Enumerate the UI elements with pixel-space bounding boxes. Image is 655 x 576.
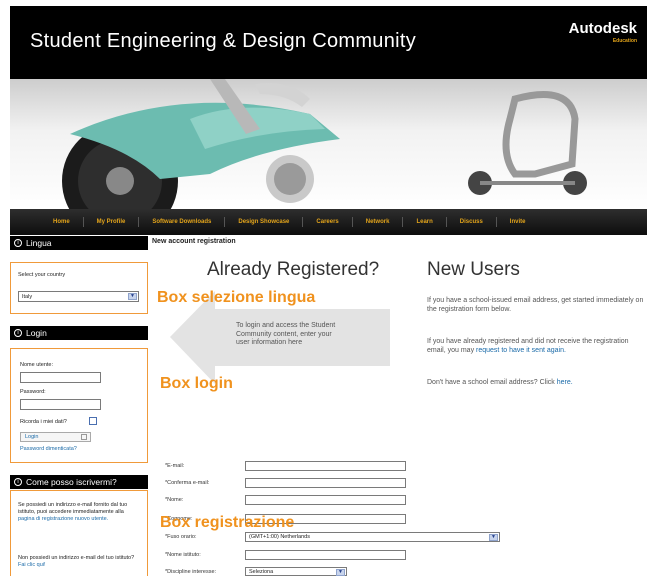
new-users-text-1: If you have a school-issued email addres… — [427, 297, 644, 313]
school-name-field[interactable] — [245, 550, 406, 560]
page-title: New account registration — [152, 238, 236, 245]
language-box-annotation: Box selezione lingua — [157, 289, 316, 306]
nav-careers[interactable]: Careers — [303, 217, 353, 227]
register-info-text: Se possiedi un indirizzo e-mail fornito … — [18, 502, 128, 522]
already-registered-title: Already Registered? — [207, 259, 380, 280]
timezone-label: *Fuso orario: — [165, 534, 197, 540]
remember-checkbox[interactable] — [89, 417, 97, 425]
language-box: Select your country Italy ▼ — [10, 262, 148, 314]
chevron-down-icon[interactable]: ▼ — [128, 293, 137, 300]
register-header: i Come posso iscrivermi? — [10, 475, 148, 489]
nav-home[interactable]: Home — [40, 217, 84, 227]
chevron-down-icon[interactable]: ▼ — [489, 534, 498, 541]
chevron-down-icon[interactable]: ▼ — [336, 569, 345, 576]
password-input[interactable] — [20, 399, 101, 410]
site-title: Student Engineering & Design Community — [30, 30, 417, 52]
password-label: Password: — [20, 389, 46, 395]
nav-software-downloads[interactable]: Software Downloads — [139, 217, 226, 227]
login-box: Nome utente: Password: Ricorda i miei da… — [10, 348, 148, 463]
new-users-text-2: If you have already registered and did n… — [427, 338, 629, 354]
nav-my-profile[interactable]: My Profile — [84, 217, 140, 227]
click-here-link[interactable]: Fai clic qui! — [18, 562, 46, 568]
lingua-title: Lingua — [26, 238, 52, 248]
forgot-password-link[interactable]: Password dimenticata? — [20, 446, 77, 452]
username-label: Nome utente: — [20, 362, 54, 368]
register-info-box: Se possiedi un indirizzo e-mail fornito … — [10, 490, 148, 576]
new-users-text-3: Don't have a school email address? Click… — [427, 379, 573, 386]
autodesk-logo[interactable]: Autodesk Education — [569, 20, 637, 44]
nav-learn[interactable]: Learn — [403, 217, 447, 227]
confirm-email-field[interactable] — [245, 478, 406, 488]
info-icon: i — [14, 478, 22, 486]
info-icon: i — [14, 329, 22, 337]
hero-banner — [10, 79, 647, 209]
scooter-illustration — [62, 79, 587, 209]
country-label: Select your country — [18, 272, 66, 278]
timezone-selected: (GMT+1:00) Netherlands — [249, 534, 310, 540]
country-selected: Italy — [22, 293, 33, 300]
register-box-annotation: Box registrazione — [160, 514, 295, 531]
new-users-title: New Users — [427, 259, 520, 280]
discipline-selected: Seleziona — [249, 568, 274, 575]
no-school-email-link[interactable]: here. — [557, 379, 573, 386]
first-name-field[interactable] — [245, 495, 406, 505]
main-nav: Home My Profile Software Downloads Desig… — [10, 209, 647, 235]
site-header: Student Engineering & Design Community A… — [10, 6, 647, 79]
remember-label: Ricorda i miei dati? — [20, 419, 67, 425]
already-registered-text: To login and access the Student Communit… — [236, 322, 336, 346]
nav-discuss[interactable]: Discuss — [447, 217, 497, 227]
school-name-label: *Nome istituto: — [165, 552, 201, 558]
timezone-select[interactable]: (GMT+1:00) Netherlands ▼ — [245, 532, 500, 542]
nav-invite[interactable]: Invite — [497, 217, 539, 227]
login-header: i Login — [10, 326, 148, 340]
email-label: *E-mail: — [165, 463, 185, 469]
first-name-label: *Nome: — [165, 497, 184, 503]
login-button-label: Login — [25, 434, 39, 440]
login-arrow-icon — [81, 434, 87, 440]
brand-name: Autodesk — [568, 20, 637, 37]
info-icon: i — [14, 239, 22, 247]
confirm-email-label: *Conferma e-mail: — [165, 480, 210, 486]
login-box-annotation: Box login — [160, 375, 233, 392]
country-select[interactable]: Italy ▼ — [18, 291, 139, 302]
register-info-text-2: Non possiedi un indirizzo e-mail del tuo… — [18, 555, 135, 568]
resend-email-link[interactable]: request to have it sent again. — [476, 347, 566, 354]
register-title: Come posso iscrivermi? — [26, 477, 117, 487]
login-button[interactable]: Login — [20, 432, 91, 442]
brand-sub: Education — [612, 38, 637, 44]
discipline-select[interactable]: Seleziona ▼ — [245, 567, 347, 576]
nav-design-showcase[interactable]: Design Showcase — [225, 217, 304, 227]
lingua-header: i Lingua — [10, 236, 148, 250]
username-input[interactable] — [20, 372, 101, 383]
register-page-link[interactable]: pagina di registrazione nuovo utente. — [18, 516, 108, 522]
login-title: Login — [26, 328, 47, 338]
discipline-label: *Discipline interesse: — [165, 569, 217, 575]
email-field[interactable] — [245, 461, 406, 471]
nav-network[interactable]: Network — [353, 217, 404, 227]
